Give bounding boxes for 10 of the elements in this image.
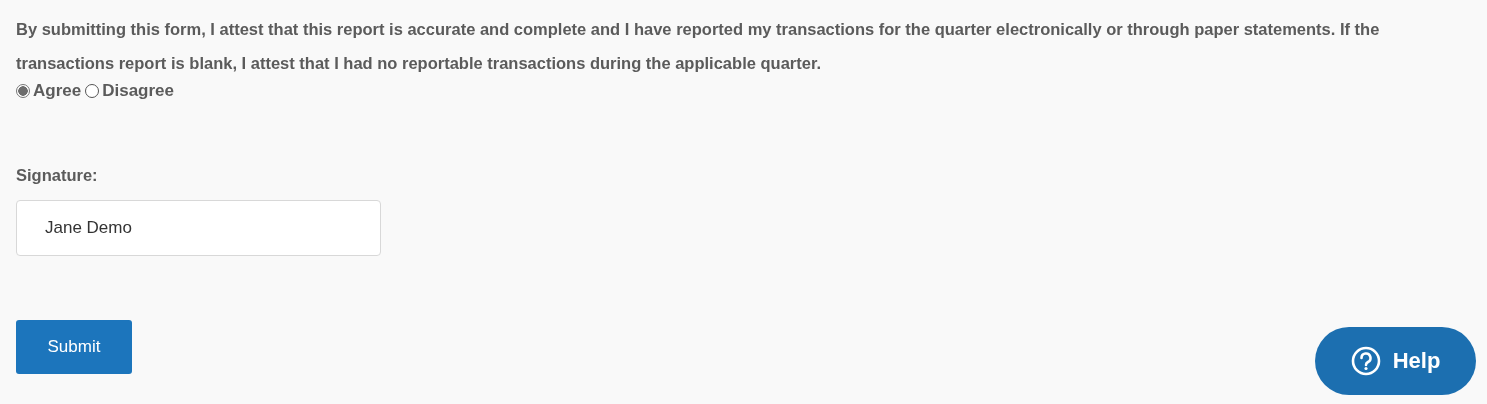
help-icon [1350, 346, 1381, 376]
radio-option[interactable]: Agree [16, 80, 82, 102]
signature-label: Signature: [16, 166, 99, 185]
radio-button[interactable] [16, 84, 30, 98]
signature-field[interactable]: Jane Demo [16, 200, 381, 256]
radio-option[interactable]: Disagree [85, 80, 174, 102]
attestation-text: By submitting this form, I attest that this report is accurate and complete and I have reported my transactions for the quarter electronically or through paper statements. If the transactions report is blank, I attest that I had no reportable transactions during the applicable quarter. [16, 19, 1381, 74]
radio-button[interactable] [85, 84, 100, 98]
submit-button[interactable]: Submit [16, 320, 132, 374]
help-button[interactable]: Help [1315, 327, 1476, 395]
